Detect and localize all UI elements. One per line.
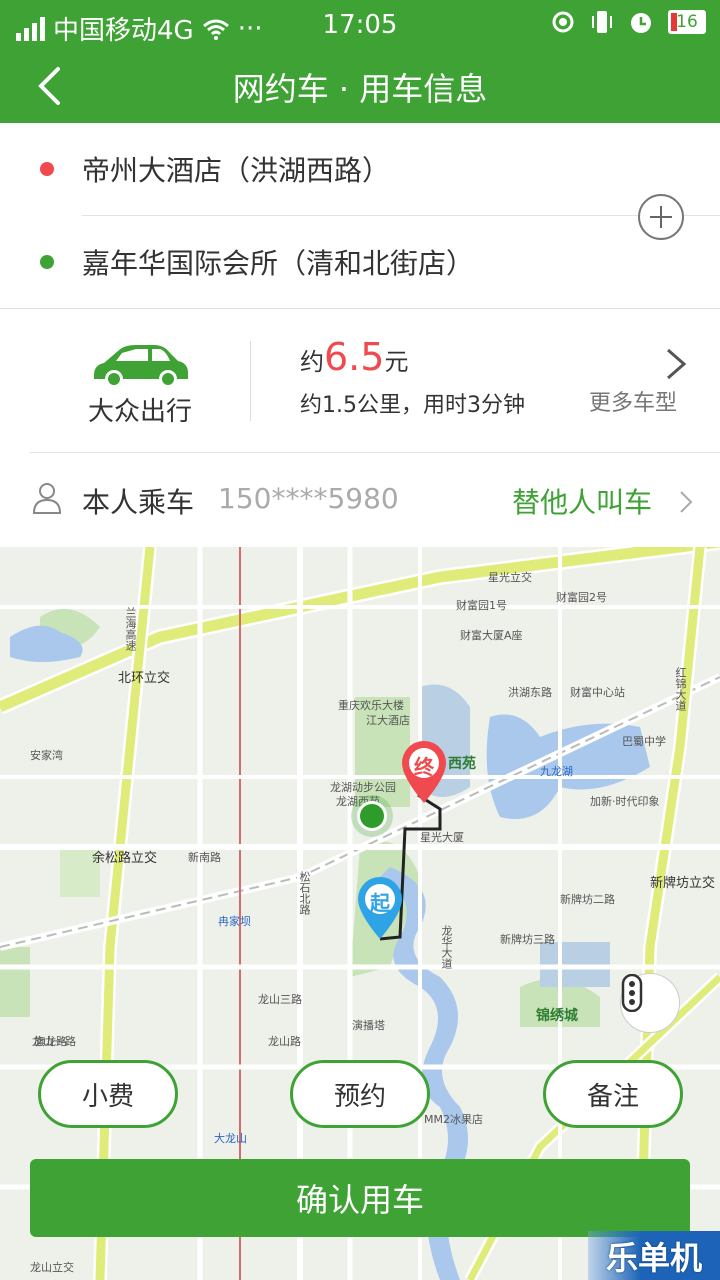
vibrate-icon xyxy=(592,11,612,33)
map-label: 加新·时代印象 xyxy=(590,795,660,808)
confirm-ride-button[interactable]: 确认用车 xyxy=(30,1159,690,1237)
map-label: 兰海高速 xyxy=(124,607,137,651)
map-label: 龙山三路 xyxy=(258,993,302,1006)
origin-pin-label: 起 xyxy=(370,891,390,915)
tip-button[interactable]: 小费 xyxy=(38,1060,178,1128)
origin-address: 帝州大酒店（洪湖西路） xyxy=(82,154,391,187)
car-type-label: 大众出行 xyxy=(87,397,192,427)
map-label: 九龙湖 xyxy=(540,765,573,778)
destination-dot-icon xyxy=(40,255,54,269)
map-label: 龙山立交 xyxy=(30,1261,74,1274)
map-label: 红锦大道 xyxy=(674,667,687,711)
note-button[interactable]: 备注 xyxy=(543,1060,683,1128)
price-prefix: 约 xyxy=(300,348,324,376)
destination-address: 嘉年华国际会所（清和北街店） xyxy=(82,247,475,280)
map-label: 财富中心站 xyxy=(570,686,625,699)
rider-phone: 150****5980 xyxy=(218,482,399,515)
map-label: 新牌坊三路 xyxy=(500,933,555,946)
car-icon xyxy=(94,345,188,388)
map-label: 江大酒店 xyxy=(366,714,410,727)
destination-pin-label: 终 xyxy=(414,755,434,779)
add-waypoint-button[interactable] xyxy=(638,194,684,240)
map-label: 星光立交 xyxy=(488,571,532,584)
trip-estimate: 约1.5公里，用时3分钟 xyxy=(300,393,525,418)
car-divider xyxy=(250,341,251,421)
map-label: 冉家坝 xyxy=(218,915,251,928)
map-view[interactable]: 北环立交 星光立交 财富园1号 财富园2号 重庆欢乐大楼 财富大厦A座 江大酒店… xyxy=(0,547,720,1280)
map-label: 财富园1号 xyxy=(456,599,507,612)
address-card: 帝州大酒店（洪湖西路） 嘉年华国际会所（清和北街店） xyxy=(0,123,720,309)
chevron-right-icon[interactable] xyxy=(660,347,690,381)
map-label: 大龙山 xyxy=(214,1132,247,1145)
title-bar: 网约车 · 用车信息 xyxy=(0,50,720,123)
price-value: 6.5 xyxy=(324,335,385,379)
map-label: 新牌坊二路 xyxy=(560,893,615,906)
map-label: 洪湖东路 xyxy=(508,686,552,699)
page-title: 网约车 · 用车信息 xyxy=(232,70,488,108)
battery-level: 16 xyxy=(676,12,698,32)
map-label: 锦绣城 xyxy=(536,1008,578,1024)
map-label: 旗龙路 xyxy=(34,1035,67,1048)
map-label: 安家湾 xyxy=(30,749,63,762)
current-location-icon xyxy=(351,795,393,837)
map-label: MM2冰果店 xyxy=(424,1113,483,1126)
price-unit: 元 xyxy=(384,348,409,376)
person-icon xyxy=(32,483,62,514)
map-label: 龙华大道 xyxy=(440,925,453,969)
map-label: 财富园2号 xyxy=(556,591,607,604)
battery-icon: 16 xyxy=(668,10,706,34)
traffic-light-icon xyxy=(621,974,643,1012)
traffic-toggle-button[interactable] xyxy=(620,973,680,1033)
price: 约6.5元 xyxy=(300,335,408,379)
location-icon xyxy=(552,11,574,33)
map-label: 财富大厦A座 xyxy=(460,629,523,642)
call-for-other-link[interactable]: 替他人叫车 xyxy=(512,481,652,521)
origin-dot-icon xyxy=(40,162,54,176)
map-label: 星光大厦 xyxy=(420,831,464,844)
map-label: 西苑 xyxy=(448,756,476,772)
map-label: 新南路 xyxy=(188,851,221,864)
watermark-logo: 乐单机 xyxy=(588,1231,720,1280)
rider-label: 本人乘车 xyxy=(82,486,195,519)
map-label: 北环立交 xyxy=(118,671,171,686)
map-label: 新牌坊立交 xyxy=(650,876,716,891)
status-bar: 中国移动4G ··· 17:05 16 xyxy=(0,0,720,50)
origin-row[interactable]: 帝州大酒店（洪湖西路） xyxy=(0,123,640,215)
alarm-icon xyxy=(631,13,651,33)
map-label: 巴蜀中学 xyxy=(622,735,666,748)
map-label: 松石北路 xyxy=(298,871,311,915)
map-label: 重庆欢乐大楼 xyxy=(338,699,404,712)
car-card: 大众出行 约6.5元 约1.5公里，用时3分钟 更多车型 本人乘车 150***… xyxy=(0,309,720,547)
car-card-divider xyxy=(30,452,720,453)
chevron-right-icon[interactable] xyxy=(678,489,694,515)
more-car-types-link[interactable]: 更多车型 xyxy=(589,385,677,417)
plus-icon xyxy=(650,206,672,228)
map-label: 余松路立交 xyxy=(92,851,158,866)
map-label: 演播塔 xyxy=(352,1019,385,1032)
destination-row[interactable]: 嘉年华国际会所（清和北街店） xyxy=(0,216,640,308)
map-label: 龙山路 xyxy=(268,1035,301,1048)
reserve-button[interactable]: 预约 xyxy=(290,1060,430,1128)
